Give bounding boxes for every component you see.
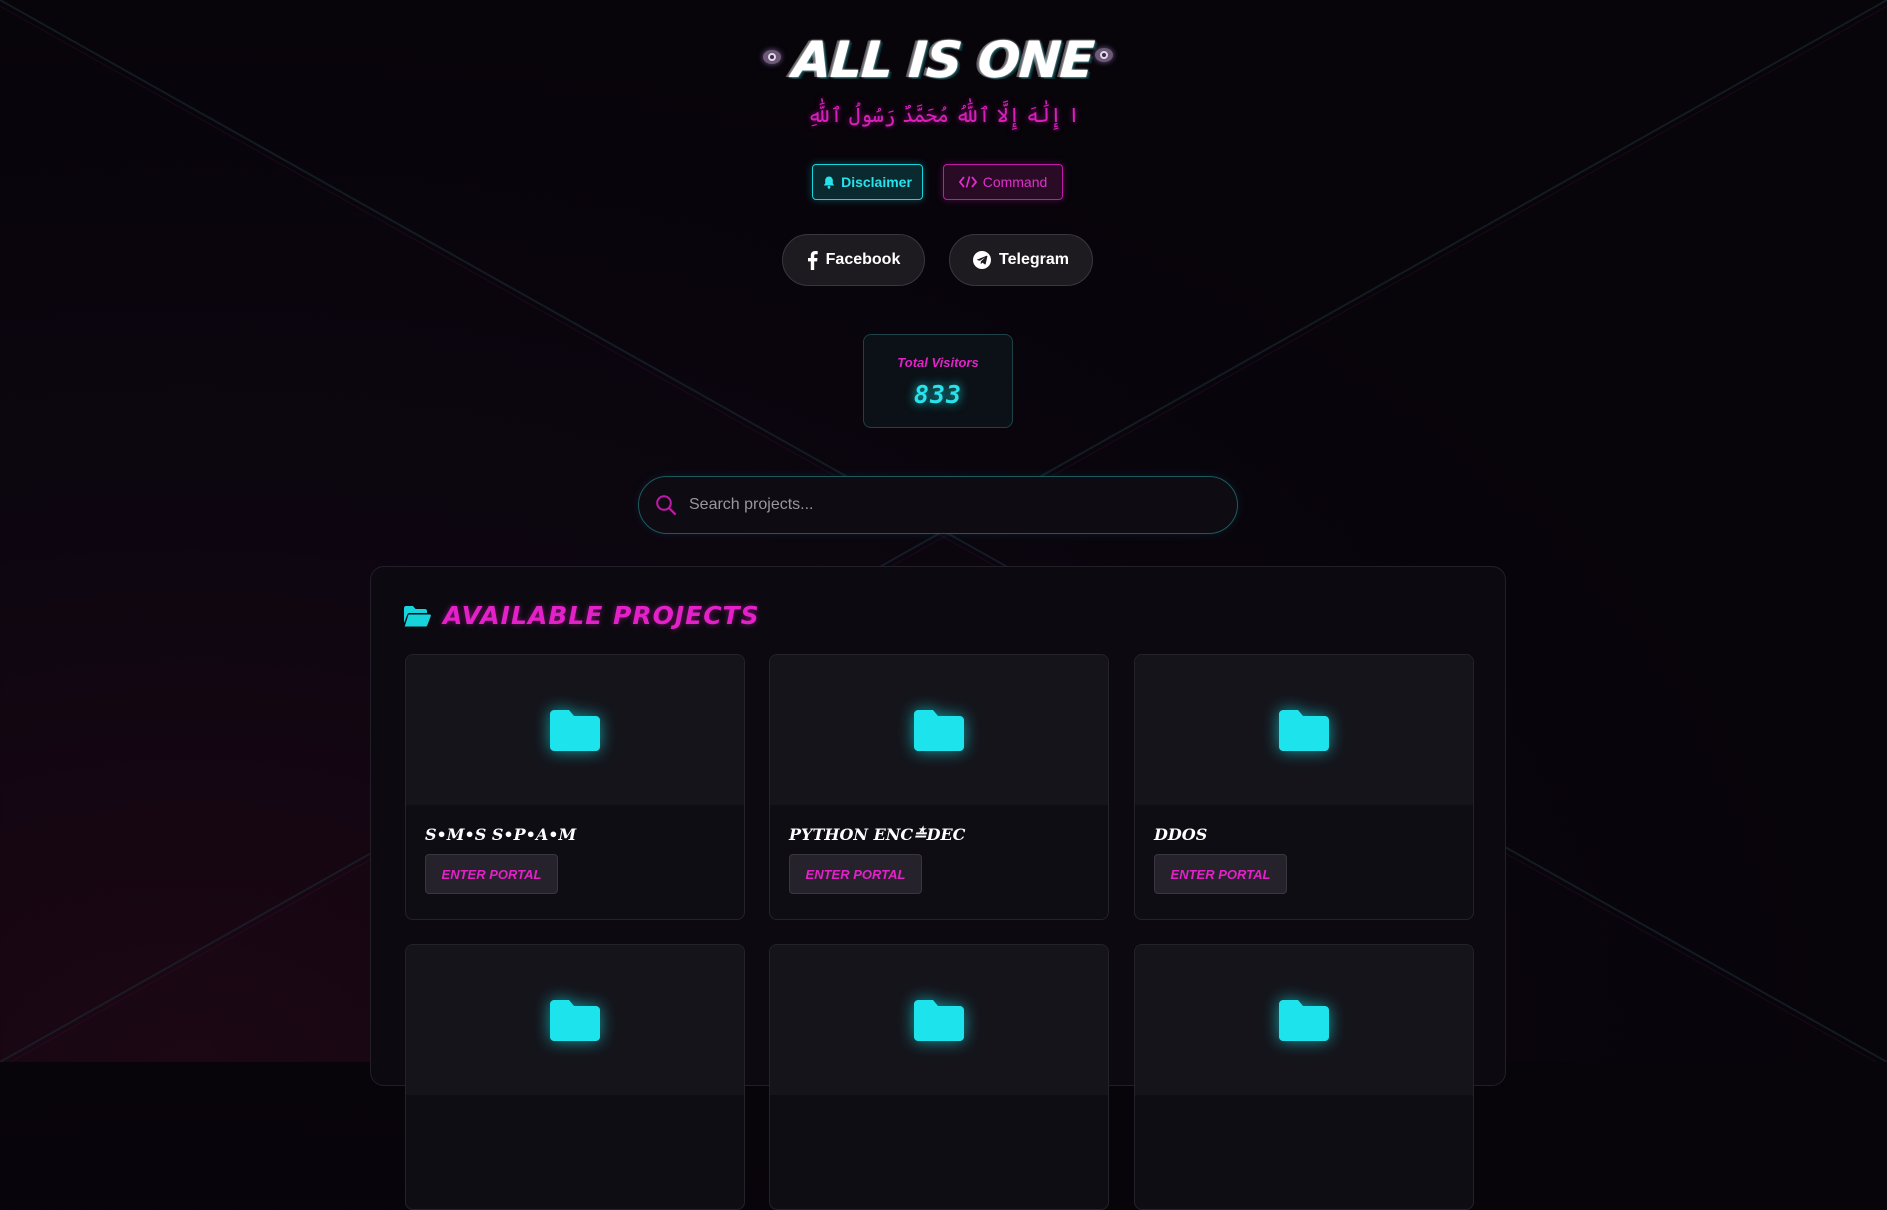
folder-icon [914, 710, 964, 751]
command-label: Command [982, 174, 1048, 190]
visitor-counter: Total Visitors 833 [863, 334, 1013, 428]
project-card [769, 944, 1109, 1210]
telegram-icon [973, 251, 992, 269]
command-button[interactable]: Command [943, 164, 1063, 200]
code-icon [958, 176, 977, 188]
folder-icon [1279, 710, 1329, 751]
disclaimer-label: Disclaimer [841, 174, 912, 190]
projects-header: AVAILABLE PROJECTS [403, 601, 760, 630]
project-name: DDOS [1154, 825, 1208, 844]
project-card: DDOS ENTER PORTAL [1134, 654, 1474, 920]
search-icon [656, 495, 677, 516]
facebook-label: Facebook [825, 251, 901, 268]
search-input[interactable] [687, 495, 1211, 515]
enter-portal-button[interactable]: ENTER PORTAL [1154, 854, 1287, 894]
bell-icon [823, 176, 835, 189]
folder-icon [550, 1000, 600, 1041]
enter-portal-button[interactable]: ENTER PORTAL [789, 854, 922, 894]
project-card-thumb [770, 945, 1108, 1095]
telegram-label: Telegram [999, 251, 1069, 268]
telegram-link[interactable]: Telegram [949, 234, 1093, 286]
project-card-thumb [770, 655, 1108, 805]
project-card-thumb [406, 655, 744, 805]
visitor-count: 833 [913, 380, 963, 409]
folder-icon [550, 710, 600, 751]
project-name: S•M•S S•P•A•M [425, 825, 577, 844]
site-subtitle: ا إِلَٰهَ إِلَّا ٱللَّٰهُ مُحَمَّدٌ رَسُ… [807, 103, 1080, 127]
project-card: S•M•S S•P•A•M ENTER PORTAL [405, 654, 745, 920]
projects-panel: AVAILABLE PROJECTS S•M•S S•P•A•M ENTER P… [370, 566, 1506, 1210]
site-title: ALL IS ONE [791, 31, 1096, 89]
projects-title: AVAILABLE PROJECTS [443, 601, 760, 630]
folder-icon [914, 1000, 964, 1041]
project-card: PYTHON ENC≛DEC ENTER PORTAL [769, 654, 1109, 920]
project-card-thumb [1135, 655, 1473, 805]
project-card [405, 944, 745, 1210]
facebook-icon [807, 250, 818, 270]
folder-open-icon [404, 605, 431, 626]
visitor-counter-label: Total Visitors [897, 355, 979, 370]
project-name: PYTHON ENC≛DEC [789, 825, 966, 844]
enter-portal-button[interactable]: ENTER PORTAL [425, 854, 558, 894]
folder-icon [1279, 1000, 1329, 1041]
project-card-thumb [1135, 945, 1473, 1095]
search-bar [638, 476, 1238, 534]
project-card-thumb [406, 945, 744, 1095]
project-card [1134, 944, 1474, 1210]
facebook-link[interactable]: Facebook [782, 234, 925, 286]
disclaimer-button[interactable]: Disclaimer [812, 164, 923, 200]
